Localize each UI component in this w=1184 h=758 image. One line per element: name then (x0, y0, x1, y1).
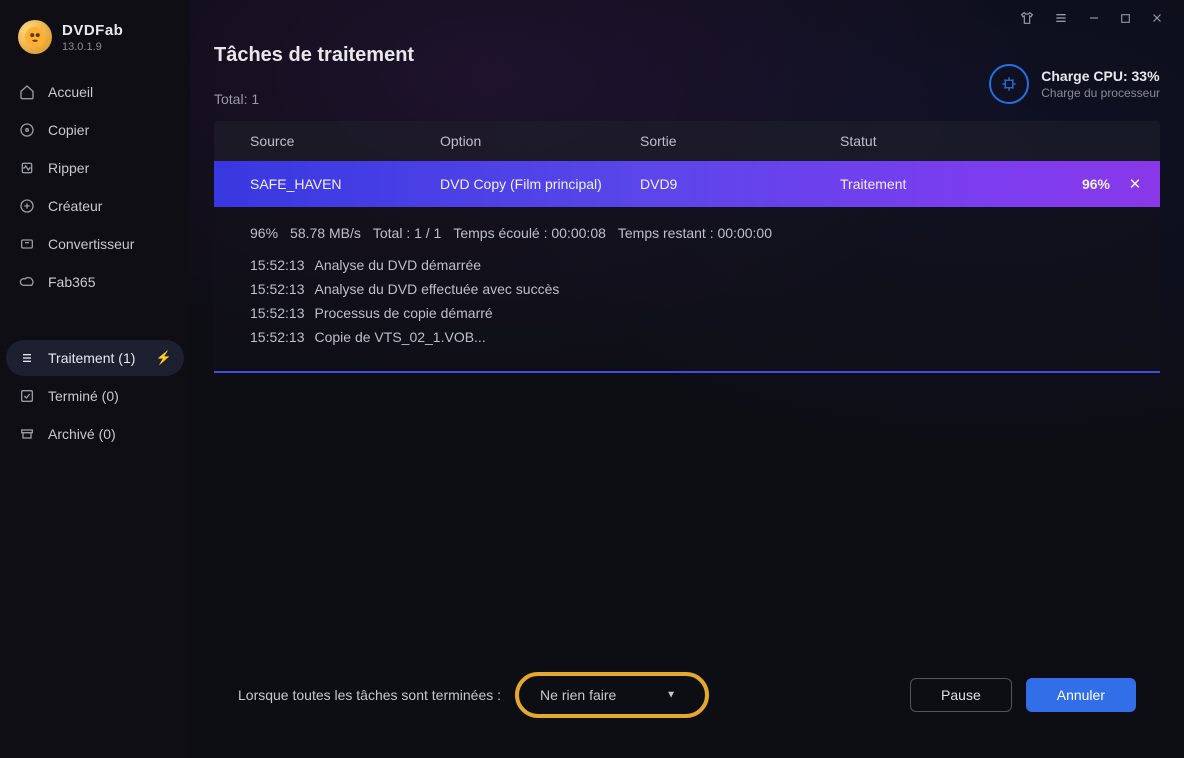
task-statut: Traitement (840, 176, 1060, 192)
table-header: Source Option Sortie Statut (214, 121, 1160, 161)
sidebar-item-accueil[interactable]: Accueil (0, 74, 190, 110)
brand-block: DVDFab 13.0.1.9 (0, 20, 190, 74)
sidebar-item-label: Convertisseur (48, 236, 134, 252)
close-icon[interactable] (1150, 11, 1164, 25)
log-time: 15:52:13 (250, 257, 305, 273)
menu-icon[interactable] (1053, 10, 1069, 26)
sidebar-item-copier[interactable]: Copier (0, 112, 190, 148)
cancel-button[interactable]: Annuler (1026, 678, 1136, 712)
maximize-icon[interactable] (1119, 12, 1132, 25)
brand-version: 13.0.1.9 (62, 41, 123, 53)
select-value: Ne rien faire (540, 687, 616, 703)
sidebar-item-archive[interactable]: Archivé (0) (0, 416, 190, 452)
sidebar-item-fab365[interactable]: Fab365 (0, 264, 190, 300)
sidebar-item-convertisseur[interactable]: Convertisseur (0, 226, 190, 262)
stat-remaining: Temps restant : 00:00:00 (618, 225, 772, 241)
log-line: 15:52:13 Copie de VTS_02_1.VOB... (250, 325, 1124, 349)
log-area: 96% 58.78 MB/s Total : 1 / 1 Temps écoul… (214, 207, 1160, 373)
sidebar-item-label: Ripper (48, 160, 89, 176)
log-time: 15:52:13 (250, 329, 305, 345)
task-close-icon[interactable]: ✕ (1122, 175, 1160, 193)
archive-icon (18, 426, 36, 442)
log-line: 15:52:13 Analyse du DVD effectuée avec s… (250, 277, 1124, 301)
sidebar-item-label: Traitement (1) (48, 350, 135, 366)
stat-total: Total : 1 / 1 (373, 225, 441, 241)
task-row[interactable]: SAFE_HAVEN DVD Copy (Film principal) DVD… (214, 161, 1160, 207)
footer-label: Lorsque toutes les tâches sont terminées… (238, 687, 501, 703)
check-icon (18, 388, 36, 404)
sidebar-item-traitement[interactable]: Traitement (1) ⚡ (6, 340, 184, 376)
stat-elapsed: Temps écoulé : 00:00:08 (453, 225, 606, 241)
content: Tâches de traitement Total: 1 Charge CPU… (190, 36, 1184, 758)
task-table: Source Option Sortie Statut SAFE_HAVEN D… (214, 121, 1160, 373)
titlebar (190, 0, 1184, 36)
ripper-icon (18, 160, 36, 176)
log-line: 15:52:13 Analyse du DVD démarrée (250, 253, 1124, 277)
log-line: 15:52:13 Processus de copie démarré (250, 301, 1124, 325)
cpu-title: Charge CPU: 33% (1041, 68, 1160, 84)
page-title: Tâches de traitement (214, 44, 414, 67)
brand-logo-icon (18, 20, 52, 54)
col-sortie: Sortie (640, 133, 840, 149)
task-sortie: DVD9 (640, 176, 840, 192)
creator-icon (18, 198, 36, 214)
after-tasks-select-highlight: Ne rien faire ▼ (515, 672, 709, 718)
task-percent: 96% (1060, 176, 1122, 192)
footer: Lorsque toutes les tâches sont terminées… (214, 652, 1160, 758)
col-statut: Statut (840, 133, 1060, 149)
log-msg: Analyse du DVD démarrée (315, 257, 482, 273)
log-time: 15:52:13 (250, 281, 305, 297)
sidebar: DVDFab 13.0.1.9 Accueil Copier Ripper Cr… (0, 0, 190, 758)
cloud-icon (18, 274, 36, 290)
sidebar-item-label: Fab365 (48, 274, 95, 290)
log-msg: Processus de copie démarré (315, 305, 493, 321)
sidebar-item-ripper[interactable]: Ripper (0, 150, 190, 186)
sidebar-item-label: Terminé (0) (48, 388, 119, 404)
home-icon (18, 84, 36, 100)
disc-icon (18, 122, 36, 138)
brand-name: DVDFab (62, 22, 123, 39)
cpu-subtitle: Charge du processeur (1041, 86, 1160, 100)
stats-line: 96% 58.78 MB/s Total : 1 / 1 Temps écoul… (250, 225, 1124, 241)
col-option: Option (440, 133, 640, 149)
pause-button[interactable]: Pause (910, 678, 1012, 712)
sidebar-item-label: Copier (48, 122, 89, 138)
sidebar-item-label: Créateur (48, 198, 102, 214)
list-icon (18, 350, 36, 366)
lightning-icon: ⚡ (156, 350, 172, 366)
task-source: SAFE_HAVEN (250, 176, 440, 192)
main-area: Tâches de traitement Total: 1 Charge CPU… (190, 0, 1184, 758)
log-time: 15:52:13 (250, 305, 305, 321)
sidebar-item-label: Accueil (48, 84, 93, 100)
converter-icon (18, 236, 36, 252)
sidebar-item-termine[interactable]: Terminé (0) (0, 378, 190, 414)
task-option: DVD Copy (Film principal) (440, 176, 640, 192)
cpu-icon (989, 64, 1029, 104)
shirt-icon[interactable] (1019, 10, 1035, 26)
nav: Accueil Copier Ripper Créateur Convertis… (0, 74, 190, 452)
cpu-block: Charge CPU: 33% Charge du processeur (989, 64, 1160, 104)
minimize-icon[interactable] (1087, 11, 1101, 25)
stat-pct: 96% (250, 225, 278, 241)
after-tasks-select[interactable]: Ne rien faire ▼ (527, 680, 697, 710)
sidebar-item-label: Archivé (0) (48, 426, 116, 442)
log-msg: Analyse du DVD effectuée avec succès (315, 281, 560, 297)
total-count: Total: 1 (214, 91, 414, 107)
sidebar-item-createur[interactable]: Créateur (0, 188, 190, 224)
col-source: Source (250, 133, 440, 149)
chevron-down-icon: ▼ (666, 690, 676, 701)
log-msg: Copie de VTS_02_1.VOB... (315, 329, 486, 345)
stat-speed: 58.78 MB/s (290, 225, 361, 241)
